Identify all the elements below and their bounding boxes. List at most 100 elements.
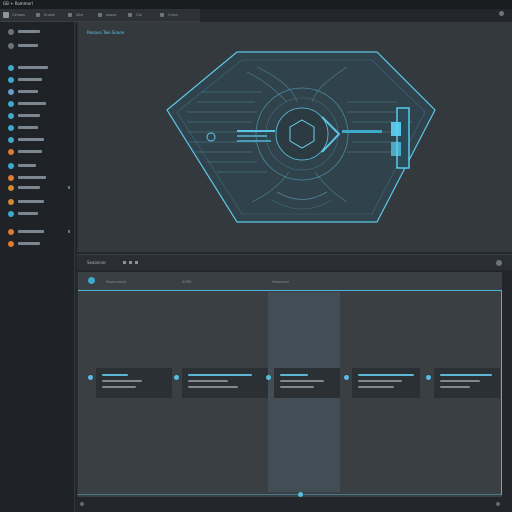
toolbar-item[interactable]: Alte: [76, 13, 83, 17]
timeline-panel: Rosonoonia SORE Neeenaer: [77, 272, 502, 497]
sort-icon[interactable]: [129, 261, 132, 264]
circle-icon: [8, 77, 14, 83]
sidebar-item[interactable]: [6, 184, 72, 192]
column-label: Rosonoonia: [106, 280, 127, 284]
sidebar-item-label: [18, 138, 44, 141]
toolbar-item[interactable]: Cisl: [136, 13, 142, 17]
status-icon: [80, 502, 84, 506]
sidebar-item-label: [18, 44, 38, 47]
sidebar-item[interactable]: [6, 100, 72, 108]
dropdown-icon[interactable]: [160, 13, 164, 17]
timeline-card[interactable]: [344, 368, 420, 398]
sidebar-item-label: [18, 150, 42, 153]
circle-icon: [8, 125, 14, 131]
sidebar-item-label: [18, 176, 46, 179]
circle-icon: [8, 65, 14, 71]
panel-header: Seaonnor: [77, 254, 512, 270]
title-bar: GB + Rommerl: [0, 0, 512, 9]
sidebar-item[interactable]: [6, 174, 72, 182]
timeline-card[interactable]: [88, 368, 172, 398]
sidebar-item[interactable]: [6, 64, 72, 72]
folder-icon: [8, 29, 14, 35]
toolbar-item[interactable]: Aosso: [106, 13, 116, 17]
timeline-scrubber-handle[interactable]: [298, 492, 303, 497]
globe-icon[interactable]: [88, 277, 95, 284]
sidebar: [0, 22, 75, 512]
toolbar-item[interactable]: Cimaas: [12, 13, 25, 17]
node-icon: [266, 375, 271, 380]
status-icon: [496, 502, 500, 506]
sidebar-item-label: [18, 102, 46, 105]
circle-icon: [8, 101, 14, 107]
node-icon: [426, 375, 431, 380]
timeline-card[interactable]: [266, 368, 340, 398]
app-title: GB + Rommerl: [3, 1, 33, 6]
toolbar-item[interactable]: Eroom: [44, 13, 55, 17]
hexagon-diagram: [166, 51, 436, 223]
expand-icon[interactable]: [135, 261, 138, 264]
sidebar-item-label: [18, 126, 38, 129]
user-icon: [8, 89, 14, 95]
sidebar-item-label: [18, 230, 44, 233]
circle-icon: [8, 211, 14, 217]
timeline-card[interactable]: [174, 368, 268, 398]
warning-icon: [8, 149, 14, 155]
sidebar-item[interactable]: [6, 136, 72, 144]
circle-icon: [8, 113, 14, 119]
sidebar-item[interactable]: [6, 28, 72, 36]
sidebar-item-label: [18, 90, 38, 93]
sidebar-item-label: [18, 242, 40, 245]
settings-icon[interactable]: [3, 12, 9, 18]
sidebar-item-label: [18, 200, 44, 203]
dropdown-icon[interactable]: [98, 13, 102, 17]
sidebar-item[interactable]: [6, 88, 72, 96]
alert-icon: [8, 175, 14, 181]
window-menu-icon[interactable]: [499, 11, 504, 16]
sidebar-item-label: [18, 66, 48, 69]
sidebar-item-label: [18, 212, 38, 215]
box-icon: [8, 241, 14, 247]
chevron-right-icon[interactable]: [68, 186, 70, 189]
timeline-scrubber-track[interactable]: [77, 494, 502, 495]
circle-icon: [8, 199, 14, 205]
sidebar-item[interactable]: [6, 210, 72, 218]
circle-icon: [8, 163, 14, 169]
sidebar-item[interactable]: [6, 42, 72, 50]
panel-toolbar: [88, 276, 102, 286]
check-icon[interactable]: [68, 13, 72, 17]
sidebar-item[interactable]: [6, 162, 72, 170]
file-icon: [8, 43, 14, 49]
box-icon: [8, 229, 14, 235]
sidebar-item[interactable]: [6, 240, 72, 248]
dropdown-icon[interactable]: [36, 13, 40, 17]
main-viewer: Reoavo Twe Soaee: [77, 22, 512, 252]
sidebar-item[interactable]: [6, 76, 72, 84]
toolbar-item[interactable]: Cmsn: [168, 13, 178, 17]
sidebar-item[interactable]: [6, 112, 72, 120]
column-label: Neeenaer: [272, 280, 290, 284]
node-icon: [344, 375, 349, 380]
timeline-card[interactable]: [426, 368, 500, 398]
circle-icon: [8, 185, 14, 191]
node-icon: [174, 375, 179, 380]
chevron-right-icon[interactable]: [68, 230, 70, 233]
panel-title: Seaonnor: [87, 260, 107, 265]
dropdown-icon[interactable]: [128, 13, 132, 17]
circle-icon: [8, 137, 14, 143]
sidebar-item-label: [18, 186, 40, 189]
inner-ring: [275, 107, 329, 161]
sidebar-item-label: [18, 30, 40, 33]
gear-icon[interactable]: [496, 260, 502, 266]
node-icon: [88, 375, 93, 380]
sidebar-item-label: [18, 78, 42, 81]
sidebar-item[interactable]: [6, 124, 72, 132]
sidebar-item[interactable]: [6, 148, 72, 156]
sidebar-item[interactable]: [6, 198, 72, 206]
column-label: SORE: [182, 280, 192, 284]
sidebar-item-label: [18, 164, 36, 167]
sidebar-item[interactable]: [6, 228, 72, 236]
toolbar: Cimaas Eroom Alte Aosso Cisl Cmsn: [0, 9, 200, 22]
filter-icon[interactable]: [123, 261, 126, 264]
connector-block: [396, 107, 410, 169]
sidebar-item-label: [18, 114, 40, 117]
